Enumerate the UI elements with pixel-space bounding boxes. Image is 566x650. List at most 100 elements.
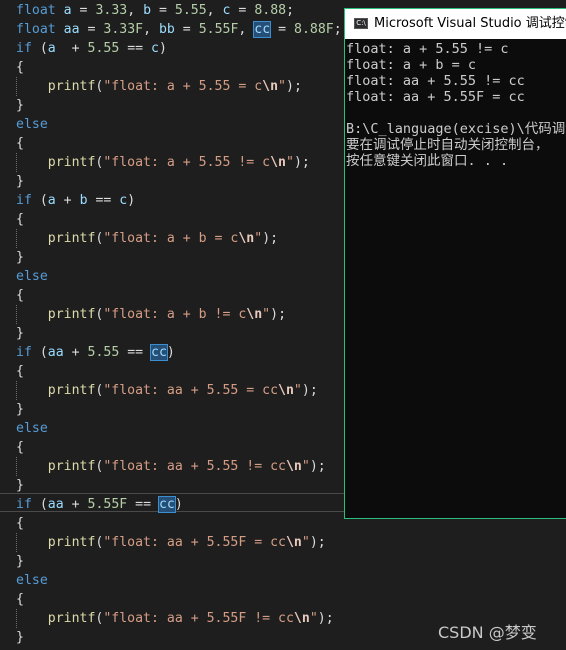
code-line[interactable]: } <box>16 248 24 267</box>
escape-token[interactable]: \n <box>246 307 262 322</box>
highlighted-identifier[interactable]: cc <box>253 20 272 38</box>
escape-token[interactable]: \n <box>278 383 294 398</box>
string-token[interactable]: " <box>294 383 302 398</box>
code-line[interactable]: } <box>16 96 24 115</box>
code-line[interactable]: printf("float: aa + 5.55 = cc\n"); <box>16 381 318 400</box>
code-line[interactable]: if (aa + 5.55 == cc) <box>16 343 175 362</box>
string-token[interactable]: "float: aa + 5.55 != cc <box>103 459 286 474</box>
code-line[interactable]: { <box>16 362 24 381</box>
code-line[interactable]: { <box>16 514 24 533</box>
code-line[interactable]: float aa = 3.33F, bb = 5.55F, cc = 8.88F… <box>16 20 342 39</box>
string-token[interactable]: "float: a + b != c <box>103 307 246 322</box>
number-token[interactable]: 5.55 <box>88 41 120 56</box>
code-line[interactable]: } <box>16 628 24 647</box>
identifier-token[interactable]: a <box>48 41 56 56</box>
number-token[interactable]: 5.55 <box>175 3 207 18</box>
string-token[interactable]: " <box>302 459 310 474</box>
keyword-token[interactable]: if <box>16 41 32 56</box>
code-line[interactable]: if (a + b == c) <box>16 191 135 210</box>
number-token[interactable]: 3.33F <box>103 22 143 37</box>
keyword-token[interactable]: else <box>16 421 48 436</box>
function-token[interactable]: printf <box>48 611 96 626</box>
identifier-token[interactable]: a <box>48 193 56 208</box>
string-token[interactable]: " <box>286 155 294 170</box>
function-token[interactable]: printf <box>48 231 96 246</box>
code-line[interactable]: printf("float: a + b = c\n"); <box>16 229 278 248</box>
number-token[interactable]: 3.33 <box>95 3 127 18</box>
function-token[interactable]: printf <box>48 535 96 550</box>
keyword-token[interactable]: else <box>16 117 48 132</box>
number-token[interactable]: 8.88F <box>294 22 334 37</box>
identifier-token[interactable]: aa <box>48 345 64 360</box>
identifier-token[interactable]: c <box>151 41 159 56</box>
keyword-token[interactable]: if <box>16 193 32 208</box>
code-line[interactable]: } <box>16 476 24 495</box>
code-line[interactable]: { <box>16 134 24 153</box>
code-line[interactable]: float a = 3.33, b = 5.55, c = 8.88; <box>16 1 294 20</box>
code-line[interactable]: printf("float: aa + 5.55 != cc\n"); <box>16 457 326 476</box>
keyword-token[interactable]: float <box>16 3 56 18</box>
keyword-token[interactable]: if <box>16 497 32 512</box>
code-line[interactable]: { <box>16 590 24 609</box>
string-token[interactable]: " <box>278 79 286 94</box>
escape-token[interactable]: \n <box>262 79 278 94</box>
code-line[interactable]: if (a + 5.55 == c) <box>16 39 167 58</box>
code-line[interactable]: { <box>16 286 24 305</box>
code-line[interactable]: if (aa + 5.55F == cc) <box>16 495 183 514</box>
code-line[interactable]: { <box>16 210 24 229</box>
string-token[interactable]: "float: a + b = c <box>103 231 238 246</box>
console-titlebar[interactable]: C:\ Microsoft Visual Studio 调试控制台 <box>345 9 566 39</box>
string-token[interactable]: " <box>254 231 262 246</box>
keyword-token[interactable]: else <box>16 573 48 588</box>
function-token[interactable]: printf <box>48 79 96 94</box>
identifier-token[interactable]: bb <box>159 22 175 37</box>
escape-token[interactable]: \n <box>294 611 310 626</box>
escape-token[interactable]: \n <box>270 155 286 170</box>
string-token[interactable]: "float: aa + 5.55 = cc <box>103 383 278 398</box>
function-token[interactable]: printf <box>48 307 96 322</box>
string-token[interactable]: "float: aa + 5.55F = cc <box>103 535 286 550</box>
debug-console-window[interactable]: C:\ Microsoft Visual Studio 调试控制台 float:… <box>344 8 566 519</box>
code-line[interactable]: printf("float: a + b != c\n"); <box>16 305 286 324</box>
keyword-token[interactable]: if <box>16 345 32 360</box>
code-line[interactable]: printf("float: aa + 5.55F != cc\n"); <box>16 609 334 628</box>
identifier-token[interactable]: aa <box>64 22 80 37</box>
code-line[interactable]: else <box>16 419 48 438</box>
string-token[interactable]: " <box>302 535 310 550</box>
function-token[interactable]: printf <box>48 459 96 474</box>
code-line[interactable]: printf("float: a + 5.55 = c\n"); <box>16 77 302 96</box>
code-line[interactable]: } <box>16 552 24 571</box>
number-token[interactable]: 5.55F <box>88 497 128 512</box>
string-token[interactable]: "float: a + 5.55 = c <box>103 79 262 94</box>
code-line[interactable]: else <box>16 571 48 590</box>
code-line[interactable]: printf("float: a + 5.55 != c\n"); <box>16 153 310 172</box>
keyword-token[interactable]: float <box>16 22 56 37</box>
highlighted-identifier[interactable]: cc <box>150 343 168 361</box>
escape-token[interactable]: \n <box>286 535 302 550</box>
identifier-token[interactable]: a <box>64 3 72 18</box>
string-token[interactable]: " <box>310 611 318 626</box>
string-token[interactable]: "float: a + 5.55 != c <box>103 155 270 170</box>
identifier-token[interactable]: b <box>80 193 88 208</box>
number-token[interactable]: 5.55F <box>199 22 239 37</box>
escape-token[interactable]: \n <box>286 459 302 474</box>
code-line[interactable]: { <box>16 58 24 77</box>
number-token[interactable]: 8.88 <box>254 3 286 18</box>
code-line[interactable]: } <box>16 172 24 191</box>
string-token[interactable]: " <box>262 307 270 322</box>
code-line[interactable]: else <box>16 267 48 286</box>
escape-token[interactable]: \n <box>238 231 254 246</box>
identifier-token[interactable]: aa <box>48 497 64 512</box>
function-token[interactable]: printf <box>48 383 96 398</box>
code-line[interactable]: else <box>16 115 48 134</box>
code-line[interactable]: } <box>16 400 24 419</box>
function-token[interactable]: printf <box>48 155 96 170</box>
string-token[interactable]: "float: aa + 5.55F != cc <box>103 611 294 626</box>
highlighted-identifier[interactable]: cc <box>157 495 176 513</box>
identifier-token[interactable]: b <box>143 3 151 18</box>
code-line[interactable]: } <box>16 324 24 343</box>
code-line[interactable]: { <box>16 438 24 457</box>
code-line[interactable]: printf("float: aa + 5.55F = cc\n"); <box>16 533 326 552</box>
number-token[interactable]: 5.55 <box>88 345 120 360</box>
keyword-token[interactable]: else <box>16 269 48 284</box>
